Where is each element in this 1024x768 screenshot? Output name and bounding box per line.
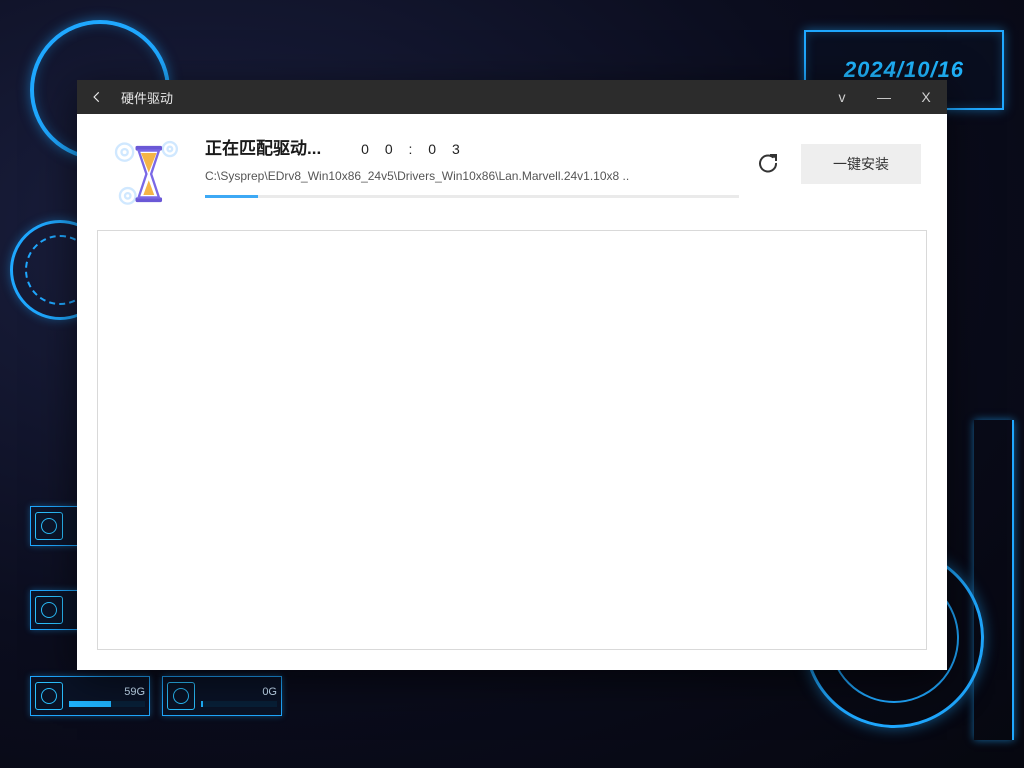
close-icon: X [921, 89, 930, 105]
driver-list-area [97, 230, 927, 650]
titlebar: 硬件驱动 v — X [77, 80, 947, 114]
minimize-icon: — [877, 89, 891, 105]
window-content: 正在匹配驱动... 0 0 : 0 3 C:\Sysprep\EDrv8_Win… [77, 114, 947, 670]
window-controls: v — X [821, 80, 947, 114]
disk-widget-3: 0G [162, 676, 282, 716]
disk-fill [69, 701, 111, 707]
disk-widget-2: 59G [30, 676, 150, 716]
chevron-left-icon [90, 90, 104, 104]
progress-fill [205, 195, 258, 198]
driver-path: C:\Sysprep\EDrv8_Win10x86_24v5\Drivers_W… [205, 169, 739, 183]
disk-size-label: 59G [69, 686, 145, 698]
dropdown-button[interactable]: v [821, 80, 863, 114]
disk-fill [201, 701, 203, 707]
progress-bar [205, 195, 739, 198]
install-all-button[interactable]: 一键安装 [801, 144, 921, 184]
disk-icon [35, 682, 63, 710]
elapsed-timer: 0 0 : 0 3 [361, 141, 466, 157]
action-column: 一键安装 [751, 134, 921, 184]
refresh-button[interactable] [751, 147, 785, 181]
disk-icon [35, 596, 63, 624]
status-column: 正在匹配驱动... 0 0 : 0 3 C:\Sysprep\EDrv8_Win… [205, 134, 739, 198]
refresh-icon [756, 152, 780, 176]
hourglass-icon [103, 134, 193, 214]
disk-icon [35, 512, 63, 540]
disk-icon [167, 682, 195, 710]
status-header: 正在匹配驱动... 0 0 : 0 3 C:\Sysprep\EDrv8_Win… [77, 114, 947, 224]
status-heading: 正在匹配驱动... [205, 134, 321, 159]
back-button[interactable] [77, 80, 117, 114]
chevron-down-icon: v [839, 89, 846, 105]
minimize-button[interactable]: — [863, 80, 905, 114]
driver-window: 硬件驱动 v — X [77, 80, 947, 670]
window-title: 硬件驱动 [117, 88, 173, 107]
close-button[interactable]: X [905, 80, 947, 114]
disk-size-label: 0G [201, 686, 277, 698]
decorative-side-lines [974, 420, 1014, 740]
